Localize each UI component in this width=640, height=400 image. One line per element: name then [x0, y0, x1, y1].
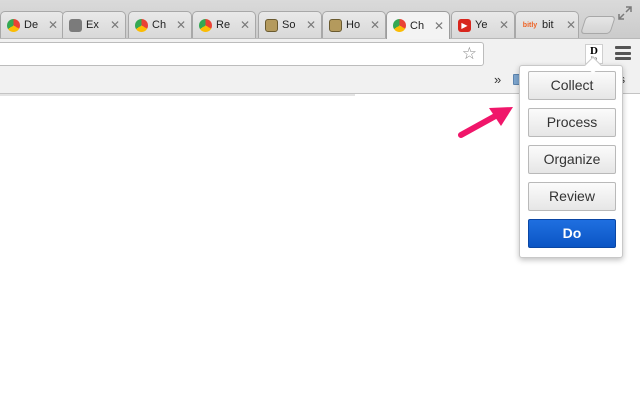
chrome-icon [199, 18, 212, 32]
tab-title: So [282, 19, 296, 31]
tab-6[interactable]: Ho ✕ [322, 11, 386, 38]
tab-2[interactable]: Ex ✕ [62, 11, 126, 38]
tab-8[interactable]: ▶ Ye ✕ [451, 11, 515, 38]
tab-9[interactable]: bitly bit ✕ [515, 11, 579, 38]
tab-title: Ex [86, 19, 99, 31]
puzzle-icon [69, 18, 82, 32]
restore-window-icon[interactable] [616, 6, 634, 20]
chrome-icon [7, 18, 20, 32]
tab-title: Ch [410, 19, 425, 32]
tab-strip: De ✕ Ex ✕ Ch ✕ Re ✕ So ✕ Ho ✕ Ch ✕ ▶ Ye … [0, 0, 640, 39]
collect-button[interactable]: Collect [528, 71, 616, 100]
new-tab-button[interactable] [580, 16, 616, 34]
close-icon[interactable]: ✕ [240, 19, 250, 31]
star-icon[interactable]: ☆ [462, 44, 477, 64]
tab-7-active[interactable]: Ch ✕ [386, 11, 450, 39]
tab-3[interactable]: Ch ✕ [128, 11, 192, 38]
tab-1[interactable]: De ✕ [0, 11, 64, 38]
tab-title: Re [216, 19, 231, 31]
close-icon[interactable]: ✕ [306, 19, 316, 31]
do-button[interactable]: Do [528, 219, 616, 248]
close-icon[interactable]: ✕ [370, 19, 380, 31]
extension-letter: D [590, 45, 598, 57]
tab-title: Ch [152, 19, 167, 31]
process-button[interactable]: Process [528, 108, 616, 137]
tab-title: bit [542, 19, 554, 31]
menu-icon[interactable] [615, 46, 631, 60]
chrome-icon [393, 19, 406, 32]
youtube-icon: ▶ [458, 18, 471, 32]
close-icon[interactable]: ✕ [566, 19, 576, 31]
organize-button[interactable]: Organize [528, 145, 616, 174]
close-icon[interactable]: ✕ [110, 19, 120, 31]
tab-title: De [24, 19, 39, 31]
page-divider [0, 94, 355, 96]
tab-4[interactable]: Re ✕ [192, 11, 256, 38]
close-icon[interactable]: ✕ [48, 19, 58, 31]
tab-title: Ho [346, 19, 361, 31]
toolbar: ☆ D Do [0, 38, 640, 68]
close-icon[interactable]: ✕ [499, 19, 509, 31]
owl-icon [265, 18, 278, 32]
tab-5[interactable]: So ✕ [258, 11, 322, 38]
review-button[interactable]: Review [528, 182, 616, 211]
close-icon[interactable]: ✕ [434, 20, 444, 32]
bitly-icon: bitly [522, 21, 538, 29]
chevron-right-icon[interactable]: » [494, 72, 501, 87]
address-bar[interactable]: ☆ [0, 42, 484, 66]
tab-title: Ye [475, 19, 488, 31]
extension-popup: Collect Process Organize Review Do [519, 65, 623, 258]
annotation-arrow-icon [458, 107, 513, 138]
close-icon[interactable]: ✕ [176, 19, 186, 31]
chrome-icon [135, 18, 148, 32]
owl-icon [329, 18, 342, 32]
